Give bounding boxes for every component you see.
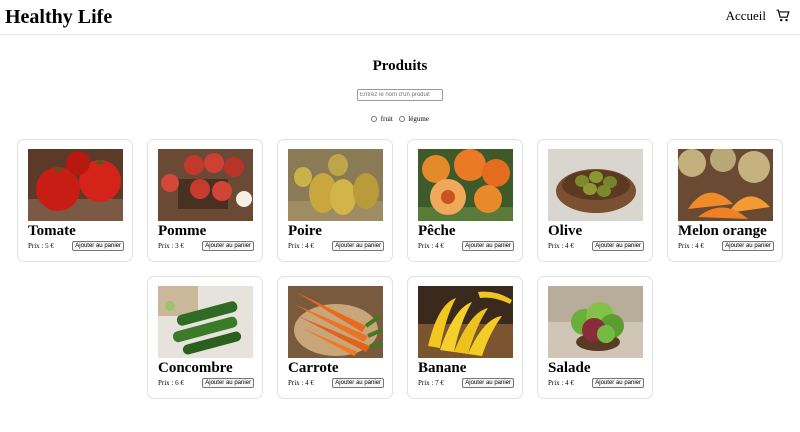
product-name: Pêche <box>418 223 456 239</box>
product-card: Olive Prix : 4 € Ajouter au panier <box>537 139 653 262</box>
product-name: Banane <box>418 360 467 376</box>
olive-image <box>548 149 643 221</box>
product-grid: Tomate Prix : 5 € Ajouter au panier Pomm… <box>0 139 800 413</box>
salad-image <box>548 286 643 358</box>
product-footer: Prix : 4 € Ajouter au panier <box>678 241 774 251</box>
product-footer: Prix : 4 € Ajouter au panier <box>548 378 644 388</box>
filter-legume-radio[interactable] <box>398 116 405 123</box>
product-card: Tomate Prix : 5 € Ajouter au panier <box>17 139 133 262</box>
product-footer: Prix : 3 € Ajouter au panier <box>158 241 254 251</box>
product-price: Prix : 4 € <box>418 242 444 250</box>
add-to-cart-button[interactable]: Ajouter au panier <box>332 378 384 388</box>
product-card: Banane Prix : 7 € Ajouter au panier <box>407 276 523 399</box>
product-price: Prix : 4 € <box>548 379 574 387</box>
product-price: Prix : 5 € <box>28 242 54 250</box>
product-footer: Prix : 5 € Ajouter au panier <box>28 241 124 251</box>
banana-image <box>418 286 513 358</box>
search-input[interactable] <box>357 89 443 101</box>
filter-fruit[interactable]: fruit <box>371 115 395 123</box>
product-card: Poire Prix : 4 € Ajouter au panier <box>277 139 393 262</box>
add-to-cart-button[interactable]: Ajouter au panier <box>72 241 124 251</box>
page-title: Produits <box>372 58 428 74</box>
product-name: Pomme <box>158 223 207 239</box>
product-row: Concombre Prix : 6 € Ajouter au panier C… <box>0 276 800 399</box>
product-name: Melon orange <box>678 223 767 239</box>
category-filters: fruit légume <box>0 115 800 123</box>
filter-legume-label: légume <box>408 115 429 123</box>
add-to-cart-button[interactable]: Ajouter au panier <box>332 241 384 251</box>
cucumber-image <box>158 286 253 358</box>
product-card: Pêche Prix : 4 € Ajouter au panier <box>407 139 523 262</box>
tomato-image <box>28 149 123 221</box>
product-footer: Prix : 4 € Ajouter au panier <box>418 241 514 251</box>
product-price: Prix : 7 € <box>418 379 444 387</box>
product-price: Prix : 4 € <box>678 242 704 250</box>
product-card: Carrote Prix : 4 € Ajouter au panier <box>277 276 393 399</box>
product-footer: Prix : 4 € Ajouter au panier <box>288 378 384 388</box>
nav-links: Accueil <box>726 8 790 24</box>
add-to-cart-button[interactable]: Ajouter au panier <box>202 241 254 251</box>
product-card: Melon orange Prix : 4 € Ajouter au panie… <box>667 139 783 262</box>
cart-icon[interactable] <box>776 9 790 23</box>
product-card: Salade Prix : 4 € Ajouter au panier <box>537 276 653 399</box>
product-footer: Prix : 7 € Ajouter au panier <box>418 378 514 388</box>
top-navbar: Healthy Life Accueil <box>0 0 800 35</box>
pear-image <box>288 149 383 221</box>
apple-image <box>158 149 253 221</box>
add-to-cart-button[interactable]: Ajouter au panier <box>202 378 254 388</box>
product-card: Concombre Prix : 6 € Ajouter au panier <box>147 276 263 399</box>
product-footer: Prix : 4 € Ajouter au panier <box>548 241 644 251</box>
product-name: Salade <box>548 360 591 376</box>
product-card: Pomme Prix : 3 € Ajouter au panier <box>147 139 263 262</box>
add-to-cart-button[interactable]: Ajouter au panier <box>462 241 514 251</box>
product-footer: Prix : 6 € Ajouter au panier <box>158 378 254 388</box>
filter-fruit-label: fruit <box>380 115 393 123</box>
product-name: Poire <box>288 223 322 239</box>
add-to-cart-button[interactable]: Ajouter au panier <box>462 378 514 388</box>
product-price: Prix : 3 € <box>158 242 184 250</box>
product-name: Carrote <box>288 360 339 376</box>
carrot-image <box>288 286 383 358</box>
product-footer: Prix : 4 € Ajouter au panier <box>288 241 384 251</box>
product-name: Concombre <box>158 360 233 376</box>
product-name: Olive <box>548 223 583 239</box>
peach-image <box>418 149 513 221</box>
product-row: Tomate Prix : 5 € Ajouter au panier Pomm… <box>0 139 800 262</box>
product-price: Prix : 6 € <box>158 379 184 387</box>
filter-legume[interactable]: légume <box>398 115 429 123</box>
product-price: Prix : 4 € <box>288 242 314 250</box>
product-name: Tomate <box>28 223 76 239</box>
product-price: Prix : 4 € <box>548 242 574 250</box>
nav-home-link[interactable]: Accueil <box>726 8 766 24</box>
melon-image <box>678 149 773 221</box>
add-to-cart-button[interactable]: Ajouter au panier <box>722 241 774 251</box>
add-to-cart-button[interactable]: Ajouter au panier <box>592 378 644 388</box>
product-price: Prix : 4 € <box>288 379 314 387</box>
brand-logo[interactable]: Healthy Life <box>5 6 112 29</box>
add-to-cart-button[interactable]: Ajouter au panier <box>592 241 644 251</box>
filter-fruit-radio[interactable] <box>371 116 378 123</box>
